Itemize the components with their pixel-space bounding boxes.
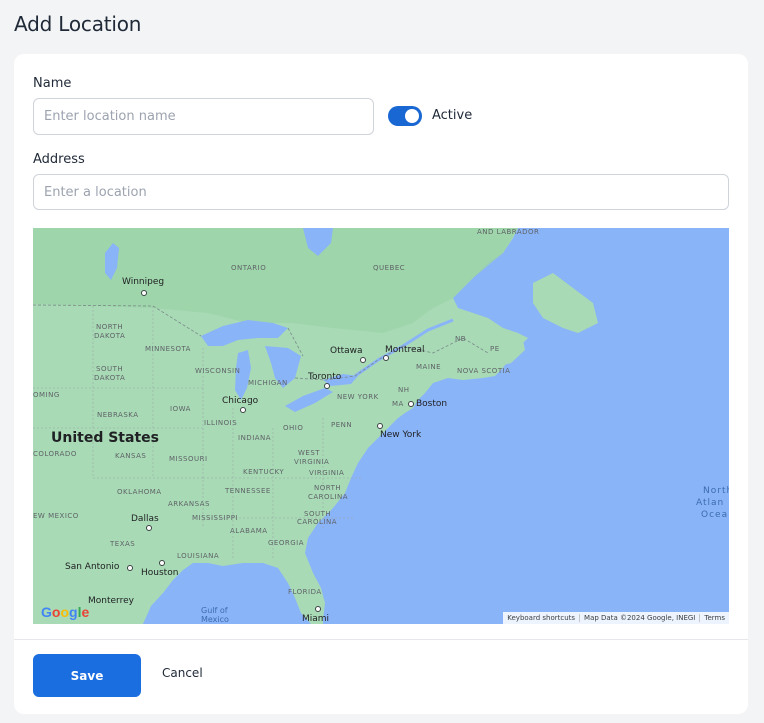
map-city-label: Monterrey xyxy=(88,596,134,606)
map-view[interactable]: AND LABRADOR ONTARIO QUEBEC NORTH DAKOTA… xyxy=(33,228,729,624)
location-form-card: Name Active Address xyxy=(14,54,748,714)
map-region-label: WEST xyxy=(298,449,321,457)
map-region-label: IOWA xyxy=(170,405,191,413)
map-city-label: Dallas xyxy=(131,514,159,524)
map-city-label: Toronto xyxy=(308,372,342,382)
map-region-label: DAKOTA xyxy=(94,332,126,340)
city-marker xyxy=(377,423,383,429)
map-region-label: COLORADO xyxy=(33,450,77,458)
city-marker xyxy=(141,290,147,296)
map-region-label: ILLINOIS xyxy=(204,419,238,427)
map-region-label: MISSOURI xyxy=(169,455,208,463)
map-region-label: NEBRASKA xyxy=(97,411,139,419)
map-region-label: LOUISIANA xyxy=(177,552,220,560)
map-region-label: PENN xyxy=(331,421,353,429)
map-region-label: NORTH xyxy=(96,323,124,331)
map-city-label: Montreal xyxy=(385,345,425,355)
map-water-label: Gulf of xyxy=(201,606,228,615)
map-region-label: INDIANA xyxy=(238,434,272,442)
map-city-label: Winnipeg xyxy=(122,277,165,287)
map-region-label: AND LABRADOR xyxy=(477,228,540,236)
city-marker xyxy=(315,606,321,612)
map-city-label: New York xyxy=(380,430,422,440)
footer-divider xyxy=(14,639,748,640)
map-region-label: VIRGINIA xyxy=(309,469,345,477)
map-region-label: OKLAHOMA xyxy=(117,488,162,496)
location-name-input[interactable] xyxy=(33,98,374,135)
newfoundland xyxy=(533,273,598,333)
map-region-label: NOVA SCOTIA xyxy=(457,367,511,375)
city-marker xyxy=(159,560,165,566)
map-region-label: ARKANSAS xyxy=(168,500,210,508)
active-label: Active xyxy=(432,108,473,123)
map-region-label: PE xyxy=(490,345,500,353)
toggle-knob xyxy=(405,109,419,123)
map-region-label: QUEBEC xyxy=(373,264,406,272)
map-attribution: Keyboard shortcuts Map Data ©2024 Google… xyxy=(503,612,729,624)
map-city-label: Houston xyxy=(141,568,179,578)
cancel-button[interactable]: Cancel xyxy=(162,666,203,680)
map-region-label: CAROLINA xyxy=(297,518,338,526)
map-region-label: KANSAS xyxy=(115,452,147,460)
map-water-label: North xyxy=(703,486,729,496)
map-region-label: ONTARIO xyxy=(231,264,267,272)
map-water-label: Ocea xyxy=(701,510,729,520)
terms-link[interactable]: Terms xyxy=(699,614,729,622)
map-region-label: OMING xyxy=(33,391,60,399)
map-region-label: TENNESSEE xyxy=(225,487,271,495)
map-city-label: Miami xyxy=(302,614,330,624)
map-region-label: TEXAS xyxy=(110,540,136,548)
map-region-label: GEORGIA xyxy=(268,539,304,547)
address-input[interactable] xyxy=(33,174,729,210)
city-marker xyxy=(383,355,389,361)
map-region-label: WISCONSIN xyxy=(195,367,241,375)
map-region-label: DAKOTA xyxy=(94,374,126,382)
map-region-label: MISSISSIPPI xyxy=(192,514,239,522)
map-region-label: KENTUCKY xyxy=(243,468,285,476)
google-logo[interactable]: Google xyxy=(41,604,89,620)
city-marker xyxy=(127,565,133,571)
map-country-label: United States xyxy=(51,430,159,446)
map-region-label: MAINE xyxy=(416,363,442,371)
map-city-label: Chicago xyxy=(222,396,259,406)
map-water-label: Mexico xyxy=(201,615,229,624)
address-label: Address xyxy=(33,152,85,167)
map-region-label: NEW YORK xyxy=(337,393,379,401)
map-region-label: MINNESOTA xyxy=(145,345,191,353)
map-region-label: NB xyxy=(455,335,467,343)
map-region-label: OHIO xyxy=(283,424,304,432)
map-region-label: MA xyxy=(392,400,404,408)
page-title: Add Location xyxy=(14,12,142,36)
city-marker xyxy=(146,525,152,531)
map-city-label: San Antonio xyxy=(65,562,120,572)
map-region-label: NORTH xyxy=(314,484,342,492)
map-region-label: MICHIGAN xyxy=(248,379,288,387)
city-marker xyxy=(324,383,330,389)
active-toggle[interactable] xyxy=(388,106,422,126)
save-button[interactable]: Save xyxy=(33,654,141,697)
city-marker xyxy=(360,357,366,363)
map-city-label: Boston xyxy=(416,399,448,409)
city-marker xyxy=(240,407,246,413)
map-region-label: FLORIDA xyxy=(288,588,322,596)
map-region-label: NH xyxy=(398,386,410,394)
map-city-label: Ottawa xyxy=(330,346,363,356)
map-water-label: Atlan xyxy=(696,498,725,508)
map-data-text: Map Data ©2024 Google, INEGI xyxy=(579,614,699,622)
map-region-label: CAROLINA xyxy=(308,493,349,501)
map-region-label: SOUTH xyxy=(96,365,124,373)
name-label: Name xyxy=(33,76,72,91)
map-region-label: VIRGINIA xyxy=(294,458,330,466)
map-region-label: ALABAMA xyxy=(230,527,268,535)
city-marker xyxy=(408,401,414,407)
map-region-label: EW MEXICO xyxy=(33,512,79,520)
map-region-label: SOUTH xyxy=(304,510,332,518)
keyboard-shortcuts-link[interactable]: Keyboard shortcuts xyxy=(503,614,579,622)
